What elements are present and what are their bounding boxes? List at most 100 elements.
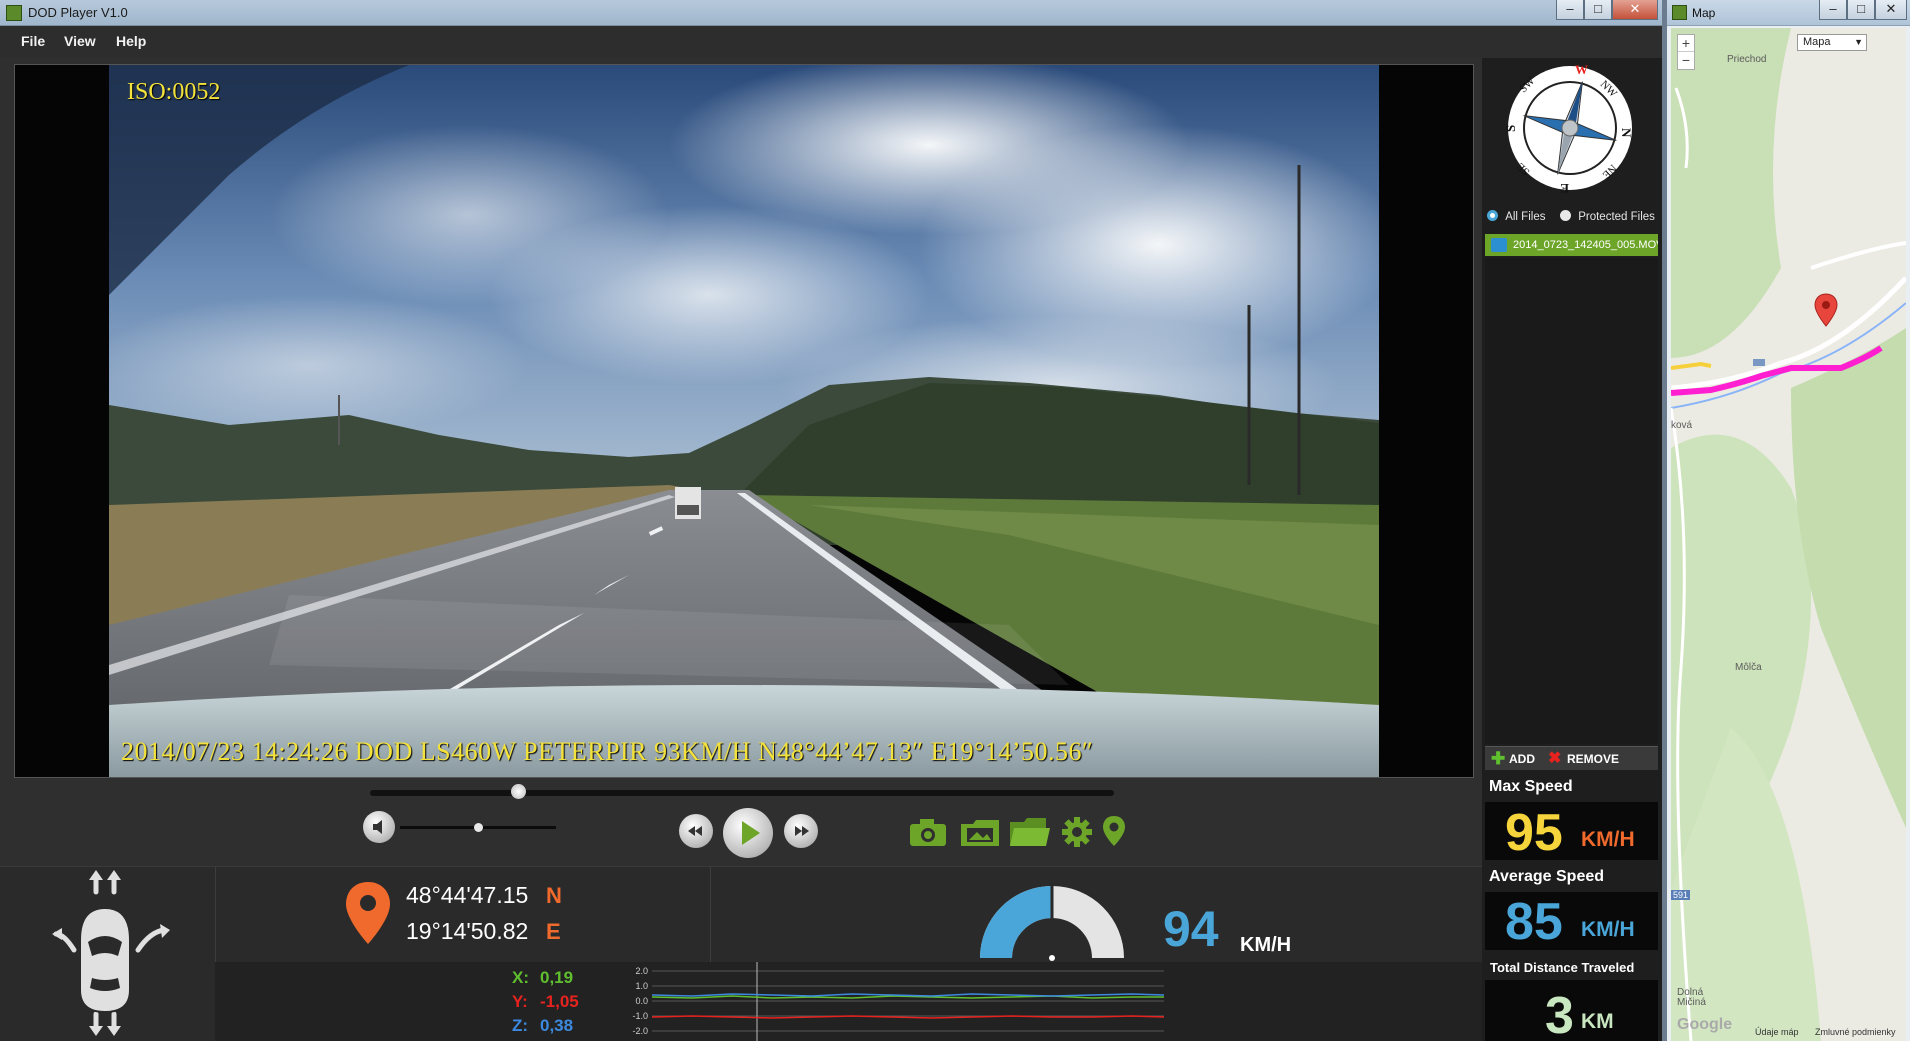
seek-handle[interactable]	[511, 784, 527, 799]
radio-selected-icon[interactable]	[1487, 210, 1498, 221]
file-actions-bar: ✚ ADD ✖ REMOVE	[1485, 746, 1658, 770]
gsensor-x-series	[651, 995, 1164, 999]
avg-speed-value: 85	[1505, 893, 1563, 951]
compass-label-s: S	[1503, 125, 1518, 132]
terms-link[interactable]: Zmluvné podmienky	[1815, 1027, 1896, 1037]
filter-protected-label: Protected Files	[1578, 211, 1655, 223]
map-close-button[interactable]: ✕	[1875, 0, 1907, 20]
gsensor-y-label: Y:	[512, 992, 528, 1011]
map-window-title: Map	[1692, 6, 1716, 20]
gsensor-z-label: Z:	[512, 1016, 529, 1035]
map-zoom-out-button[interactable]: −	[1678, 52, 1694, 69]
map-button[interactable]	[1101, 814, 1127, 848]
folder-button[interactable]	[1008, 816, 1050, 848]
map-zoom-control: + −	[1677, 34, 1695, 70]
remove-icon[interactable]: ✖	[1548, 750, 1561, 767]
tick-label: 2.0	[635, 966, 648, 976]
remove-button[interactable]: REMOVE	[1567, 752, 1619, 766]
menu-view[interactable]: View	[64, 33, 96, 49]
distance-label: Total Distance Traveled	[1490, 960, 1635, 975]
file-list-item[interactable]: 2014_0723_142405_005.MOV	[1485, 234, 1658, 256]
latitude-direction: N	[546, 883, 562, 908]
distance-box: 3 KM	[1485, 980, 1658, 1041]
tick-label: -1.0	[632, 1011, 648, 1021]
location-pin-icon	[1103, 816, 1125, 846]
unlock-icon	[1491, 238, 1507, 252]
longitude-direction: E	[546, 919, 561, 944]
compass-label-n: N	[1619, 128, 1634, 138]
radio-unselected-icon[interactable]	[1560, 210, 1571, 221]
map-minimize-button[interactable]: –	[1819, 0, 1847, 20]
google-logo: Google	[1677, 1016, 1733, 1033]
tick-label: 0.0	[635, 996, 648, 1006]
close-button[interactable]: ✕	[1612, 0, 1658, 20]
place-label: ková	[1671, 420, 1693, 431]
title-bar: DOD Player V1.0 – □ ✕	[0, 0, 1662, 26]
compass-label-e: E	[1560, 181, 1569, 196]
current-speed-value: 94	[1163, 901, 1219, 957]
map-app-icon	[1672, 5, 1687, 20]
filter-all-label: All Files	[1505, 211, 1546, 223]
speed-gauge	[974, 880, 1130, 962]
add-button[interactable]: ADD	[1509, 752, 1535, 766]
map-maximize-button[interactable]: □	[1847, 0, 1875, 20]
map-type-select[interactable]: Mapa ▼	[1797, 34, 1867, 51]
compass-label-w: W	[1575, 62, 1588, 77]
image-folder-button[interactable]	[959, 816, 1001, 848]
snapshot-button[interactable]	[908, 816, 948, 848]
dashcam-scene	[109, 65, 1379, 777]
longitude-value: 19°14'50.82	[406, 918, 529, 944]
gps-pin	[344, 880, 392, 946]
menu-bar: File View Help	[0, 26, 1662, 58]
window-title: DOD Player V1.0	[28, 5, 128, 20]
max-speed-label: Max Speed	[1489, 778, 1573, 795]
rewind-button[interactable]	[679, 814, 713, 848]
add-icon[interactable]: ✚	[1491, 750, 1505, 767]
gsensor-graph: 2.0 1.0 0.0 -1.0 -2.0	[612, 962, 1172, 1041]
file-name: 2014_0723_142405_005.MOV	[1513, 239, 1658, 251]
minimize-button[interactable]: –	[1556, 0, 1584, 20]
play-button[interactable]	[723, 808, 773, 858]
folder-icon	[1010, 818, 1050, 846]
menu-help[interactable]: Help	[116, 33, 146, 49]
map-title-bar: Map – □ ✕	[1667, 0, 1910, 26]
image-folder-icon	[961, 820, 999, 846]
max-speed-box: 95 KM/H	[1485, 802, 1658, 860]
volume-handle[interactable]	[474, 823, 483, 832]
compass-rose-icon: W NW N NE E SE S SW	[1503, 62, 1634, 196]
map-zoom-in-button[interactable]: +	[1678, 35, 1694, 52]
map-marker[interactable]	[1814, 293, 1838, 327]
max-speed-value: 95	[1505, 804, 1563, 862]
avg-speed-label: Average Speed	[1489, 868, 1605, 885]
gsensor-y-value: -1,05	[540, 992, 579, 1011]
map-canvas[interactable]: + − Mapa ▼ Priechod Môlča Dolná Mičiná k…	[1671, 28, 1906, 1041]
camera-icon	[910, 819, 946, 846]
speaker-icon	[373, 820, 382, 834]
volume-button[interactable]	[363, 811, 395, 843]
video-viewport[interactable]: ISO:0052 2014/07/23 14:24:26 DOD LS460W …	[14, 64, 1474, 778]
maximize-button[interactable]: □	[1584, 0, 1612, 20]
app-icon	[6, 5, 22, 21]
settings-button[interactable]	[1061, 816, 1093, 848]
speedometer-icon	[980, 886, 1124, 961]
seek-bar[interactable]	[370, 790, 1114, 796]
play-icon	[742, 821, 760, 845]
map-type-value: Mapa	[1803, 36, 1831, 48]
map-data-link[interactable]: Údaje máp	[1755, 1027, 1799, 1037]
map-tiles	[1671, 28, 1906, 1041]
fast-forward-button[interactable]	[784, 814, 818, 848]
gsensor-x-value: 0,19	[540, 968, 574, 987]
video-frame: ISO:0052 2014/07/23 14:24:26 DOD LS460W …	[109, 65, 1379, 777]
file-list[interactable]	[1485, 258, 1658, 744]
map-pin-icon	[1814, 293, 1838, 327]
location-marker-icon	[346, 882, 390, 944]
filter-all-files[interactable]: All Files	[1487, 210, 1545, 223]
gsensor-z-value: 0,38	[540, 1016, 574, 1035]
menu-file[interactable]: File	[21, 33, 45, 49]
iso-overlay: ISO:0052	[127, 79, 221, 105]
fast-forward-icon	[795, 826, 809, 836]
distance-value: 3	[1545, 987, 1574, 1041]
filter-protected-files[interactable]: Protected Files	[1560, 210, 1655, 223]
dropdown-arrow-icon: ▼	[1854, 37, 1863, 47]
divider	[710, 866, 711, 962]
